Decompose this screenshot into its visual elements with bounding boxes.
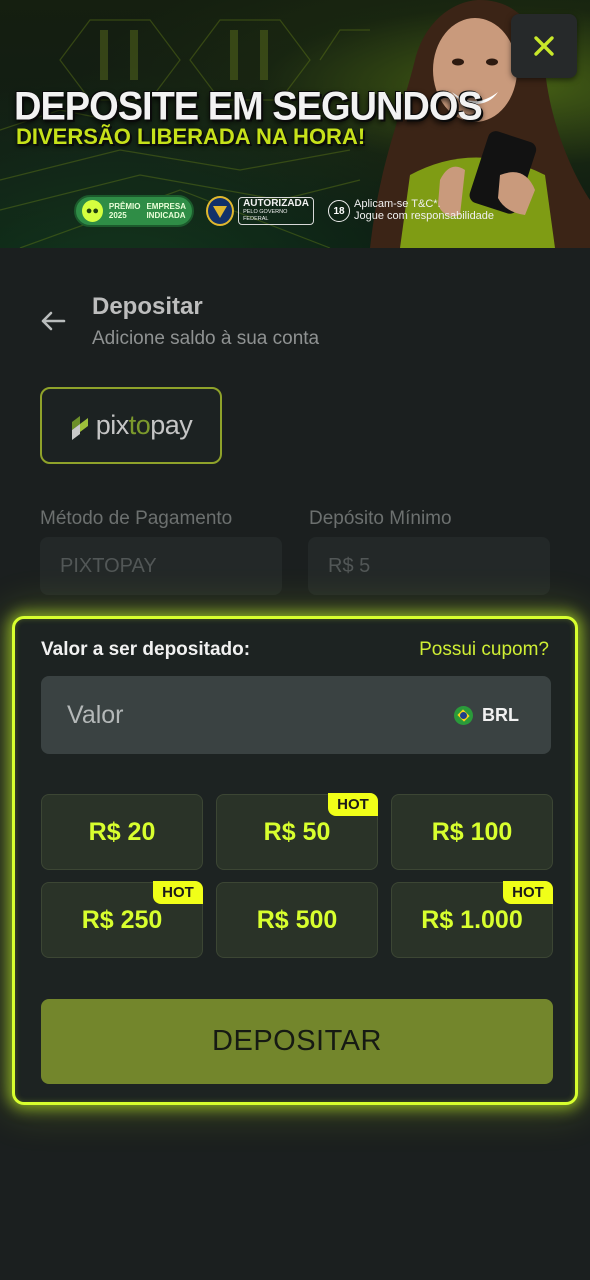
payment-method-field: PIXTOPAY (40, 537, 282, 595)
preset-amount-button[interactable]: R$ 20 (41, 794, 203, 870)
award-line-4: INDICADA (146, 211, 186, 220)
page-subtitle: Adicione saldo à sua conta (92, 328, 320, 349)
amount-label: Valor a ser depositado: (41, 639, 251, 660)
back-button[interactable] (36, 304, 70, 338)
close-icon (534, 36, 554, 56)
preset-amount-label: R$ 100 (431, 817, 513, 846)
hot-badge: HOT (153, 881, 203, 904)
deposit-panel: Valor a ser depositado: Possui cupom? BR… (12, 616, 578, 1105)
currency-indicator: BRL (454, 705, 551, 726)
responsible-text: Jogue com responsabilidade (354, 210, 495, 222)
authorized-subtext: PELO GOVERNO FEDERAL (243, 209, 288, 222)
arrow-left-icon (41, 311, 66, 331)
page-title: Depositar (92, 293, 203, 320)
pixtopay-logo-icon (71, 415, 88, 440)
owl-icon: ●● (82, 200, 103, 222)
hot-badge: HOT (503, 881, 553, 904)
preset-amount-button[interactable]: R$ 250 HOT (41, 881, 203, 958)
preset-amount-label: R$ 1.000 (421, 905, 523, 934)
preset-amount-label: R$ 500 (256, 905, 338, 934)
brazil-flag-icon (454, 705, 473, 725)
award-badge: ●● PRÊMIO 2025 EMPRESA INDICADA (74, 195, 194, 227)
preset-amount-button[interactable]: R$ 1.000 HOT (391, 881, 553, 958)
authorized-badge: AUTORIZADA PELO GOVERNO FEDERAL (206, 195, 314, 227)
preset-amount-button[interactable]: R$ 50 HOT (216, 793, 378, 870)
min-deposit-label: Depósito Mínimo (309, 508, 452, 529)
authorized-text: AUTORIZADA (243, 198, 309, 209)
award-line-1: PRÊMIO (108, 202, 141, 211)
preset-amount-label: R$ 250 (81, 905, 163, 934)
award-line-2: 2025 (108, 211, 127, 220)
payment-method-pixtopay[interactable]: pixtopay (40, 387, 222, 464)
preset-amount-button[interactable]: R$ 100 (391, 794, 553, 870)
preset-amount-button[interactable]: R$ 500 (216, 882, 378, 958)
amount-input[interactable] (41, 676, 454, 754)
pixtopay-wordmark: pixtopay (95, 410, 193, 440)
coupon-link[interactable]: Possui cupom? (419, 639, 549, 661)
award-line-3: EMPRESA (146, 202, 186, 211)
hot-badge: HOT (328, 793, 378, 816)
min-deposit-field: R$ 5 (308, 537, 550, 595)
promo-banner[interactable]: DEPOSITE EM SEGUNDOS DIVERSÃO LIBERADA N… (0, 0, 590, 248)
amount-field[interactable]: BRL (41, 676, 551, 754)
payment-method-label: Método de Pagamento (40, 508, 233, 529)
preset-amount-label: R$ 50 (263, 817, 331, 846)
close-button[interactable] (511, 14, 577, 78)
terms-text: Aplicam-se T&C*. (354, 198, 441, 210)
currency-code: BRL (482, 704, 519, 725)
preset-amount-label: R$ 20 (88, 817, 156, 846)
banner-subheadline: DIVERSÃO LIBERADA NA HORA! (16, 124, 366, 149)
responsible-gaming-text: Aplicam-se T&C*. Jogue com responsabilid… (354, 198, 494, 222)
government-seal-icon (206, 196, 235, 226)
deposit-submit-button[interactable]: DEPOSITAR (41, 999, 553, 1084)
age-18-badge: 18 (328, 200, 350, 222)
